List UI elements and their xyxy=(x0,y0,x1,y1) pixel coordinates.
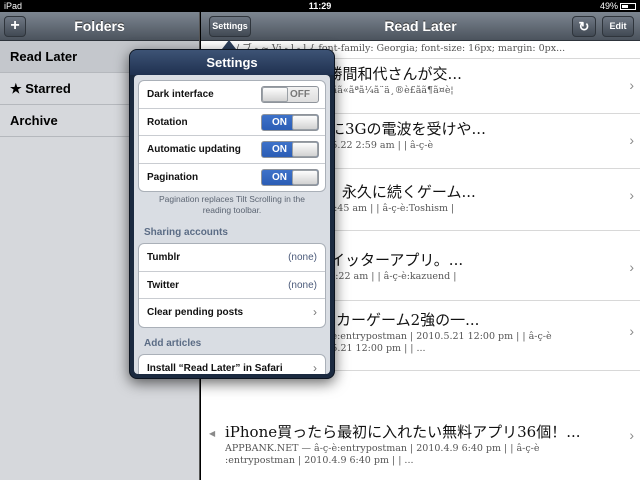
popover-body: Dark interface OFF Rotation ON Automatic… xyxy=(134,75,330,374)
toggles-group: Dark interface OFF Rotation ON Automatic… xyxy=(138,80,326,192)
chevron-right-icon: › xyxy=(313,305,317,319)
setting-pagination: Pagination ON xyxy=(139,164,325,192)
setting-value: (none) xyxy=(288,279,317,291)
edit-button[interactable]: Edit xyxy=(602,16,634,37)
toggle-knob xyxy=(292,142,318,157)
article-meta: APPBANK.NET — â-ç-è:entrypostman | 2010.… xyxy=(225,443,540,454)
pagination-note: Pagination replaces Tilt Scrolling in th… xyxy=(159,194,305,215)
toggle-state: ON xyxy=(272,144,287,155)
setting-label: Tumblr xyxy=(147,252,181,263)
list-item[interactable]: ◀ iPhone買ったら最初に入れたい無料アプリ36個！... APPBANK.… xyxy=(201,413,640,480)
setting-label: Pagination xyxy=(147,171,199,183)
sharing-tumblr[interactable]: Tumblr (none) xyxy=(139,244,325,272)
rotation-toggle[interactable]: ON xyxy=(261,113,319,131)
chevron-right-icon: › xyxy=(629,323,634,339)
toggle-state: ON xyxy=(272,171,287,183)
folders-title: Folders xyxy=(74,18,125,34)
add-articles-header: Add articles xyxy=(144,338,202,349)
install-read-later-in-safari[interactable]: Install “Read Later” in Safari › xyxy=(139,355,325,374)
setting-label: Clear pending posts xyxy=(147,307,244,318)
add-articles-group: Install “Read Later” in Safari › xyxy=(138,354,326,374)
refresh-button[interactable]: ↻ xyxy=(572,16,596,37)
dark-interface-toggle[interactable]: OFF xyxy=(261,86,319,103)
sharing-twitter[interactable]: Twitter (none) xyxy=(139,272,325,299)
status-time: 11:29 xyxy=(308,1,332,11)
popover-title: Settings xyxy=(130,50,334,75)
toggle-knob xyxy=(292,169,318,185)
setting-label: Rotation xyxy=(147,116,188,128)
triangle-left-icon: ◀ xyxy=(209,429,216,438)
chevron-right-icon: › xyxy=(629,132,634,148)
setting-rotation: Rotation ON xyxy=(139,109,325,136)
setting-automatic-updating: Automatic updating ON xyxy=(139,136,325,164)
sharing-group: Tumblr (none) Twitter (none) Clear pendi… xyxy=(138,243,326,328)
toggle-knob xyxy=(262,87,288,102)
sharing-accounts-header: Sharing accounts xyxy=(144,227,228,238)
clear-pending-posts[interactable]: Clear pending posts › xyxy=(139,299,325,327)
article-meta-2: :entrypostman | 2010.4.9 6:40 pm | | ... xyxy=(225,455,414,466)
refresh-icon: ↻ xyxy=(578,19,590,34)
setting-label: Automatic updating xyxy=(147,144,241,155)
toggle-knob xyxy=(292,114,318,130)
settings-popover: Settings Dark interface OFF Rotation ON … xyxy=(129,49,335,379)
chevron-right-icon: › xyxy=(313,361,317,374)
popover-arrow xyxy=(222,40,236,49)
battery-status: 49% xyxy=(600,0,636,12)
chevron-right-icon: › xyxy=(629,187,634,203)
setting-label: Dark interface xyxy=(147,89,214,100)
toggle-state: OFF xyxy=(290,89,310,100)
chevron-right-icon: › xyxy=(629,77,634,93)
automatic-updating-toggle[interactable]: ON xyxy=(261,141,319,158)
pagination-toggle[interactable]: ON xyxy=(261,168,319,186)
battery-percent: 49% xyxy=(599,1,618,11)
chevron-right-icon: › xyxy=(629,259,634,275)
setting-label: Install “Read Later” in Safari xyxy=(147,363,283,374)
setting-dark-interface: Dark interface OFF xyxy=(139,81,325,109)
folders-navbar: + Folders xyxy=(0,12,199,41)
setting-label: Twitter xyxy=(147,279,180,291)
status-bar: iPad 11:29 49% xyxy=(0,0,640,12)
article-title: iPhone買ったら最初に入れたい無料アプリ36個！... xyxy=(225,423,581,441)
chevron-right-icon: › xyxy=(629,427,634,443)
toggle-state: ON xyxy=(272,116,287,128)
battery-icon xyxy=(620,3,636,11)
main-navbar: Settings Read Later ↻ Edit xyxy=(201,12,640,41)
setting-value: (none) xyxy=(288,252,317,263)
